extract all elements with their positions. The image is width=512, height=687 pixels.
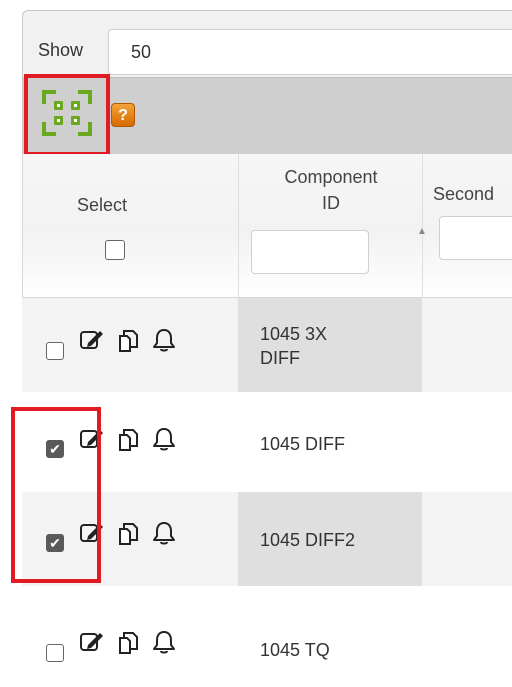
component-id-filter-input[interactable] bbox=[251, 230, 369, 274]
copy-icon[interactable] bbox=[115, 426, 143, 454]
bell-icon[interactable] bbox=[150, 425, 178, 453]
copy-icon[interactable] bbox=[115, 629, 143, 657]
bell-icon[interactable] bbox=[150, 326, 178, 354]
show-label: Show bbox=[38, 40, 84, 60]
component-id-cell: 1045 DIFF bbox=[260, 434, 346, 454]
qr-highlight-box bbox=[24, 74, 110, 156]
header-component-label-2: ID bbox=[322, 193, 340, 213]
header-second[interactable]: Second bbox=[423, 154, 512, 298]
help-icon[interactable]: ? bbox=[111, 103, 135, 127]
table-row: 1045 3X DIFF bbox=[22, 298, 512, 392]
app: Show ? Select Component bbox=[0, 0, 512, 687]
second-filter-input[interactable] bbox=[439, 216, 512, 260]
show-entries-input[interactable] bbox=[108, 29, 512, 75]
edit-icon[interactable] bbox=[78, 326, 106, 354]
select-all-checkbox[interactable] bbox=[105, 240, 125, 260]
header-second-label: Second bbox=[433, 184, 495, 204]
edit-icon[interactable] bbox=[78, 628, 106, 656]
header-select-label: Select bbox=[77, 195, 128, 215]
header-component-id[interactable]: Component ID ▲ bbox=[239, 154, 427, 298]
bell-icon[interactable] bbox=[150, 519, 178, 547]
copy-icon[interactable] bbox=[115, 327, 143, 355]
component-id-cell: 1045 DIFF2 bbox=[260, 530, 356, 550]
copy-icon[interactable] bbox=[115, 520, 143, 548]
row-checkbox[interactable] bbox=[46, 342, 64, 360]
table-header-row: Select Component ID ▲ Second bbox=[22, 154, 512, 298]
row-checkbox[interactable] bbox=[46, 644, 64, 662]
bell-icon[interactable] bbox=[150, 628, 178, 656]
component-id-cell: 1045 3X bbox=[260, 324, 328, 344]
header-select: Select bbox=[23, 154, 239, 298]
table-row: 1045 TQ bbox=[22, 586, 512, 687]
checked-rows-highlight-box bbox=[11, 407, 101, 583]
header-component-label-1: Component bbox=[284, 167, 378, 187]
component-id-cell: 1045 TQ bbox=[260, 640, 330, 660]
component-id-cell-line2: DIFF bbox=[260, 348, 300, 368]
